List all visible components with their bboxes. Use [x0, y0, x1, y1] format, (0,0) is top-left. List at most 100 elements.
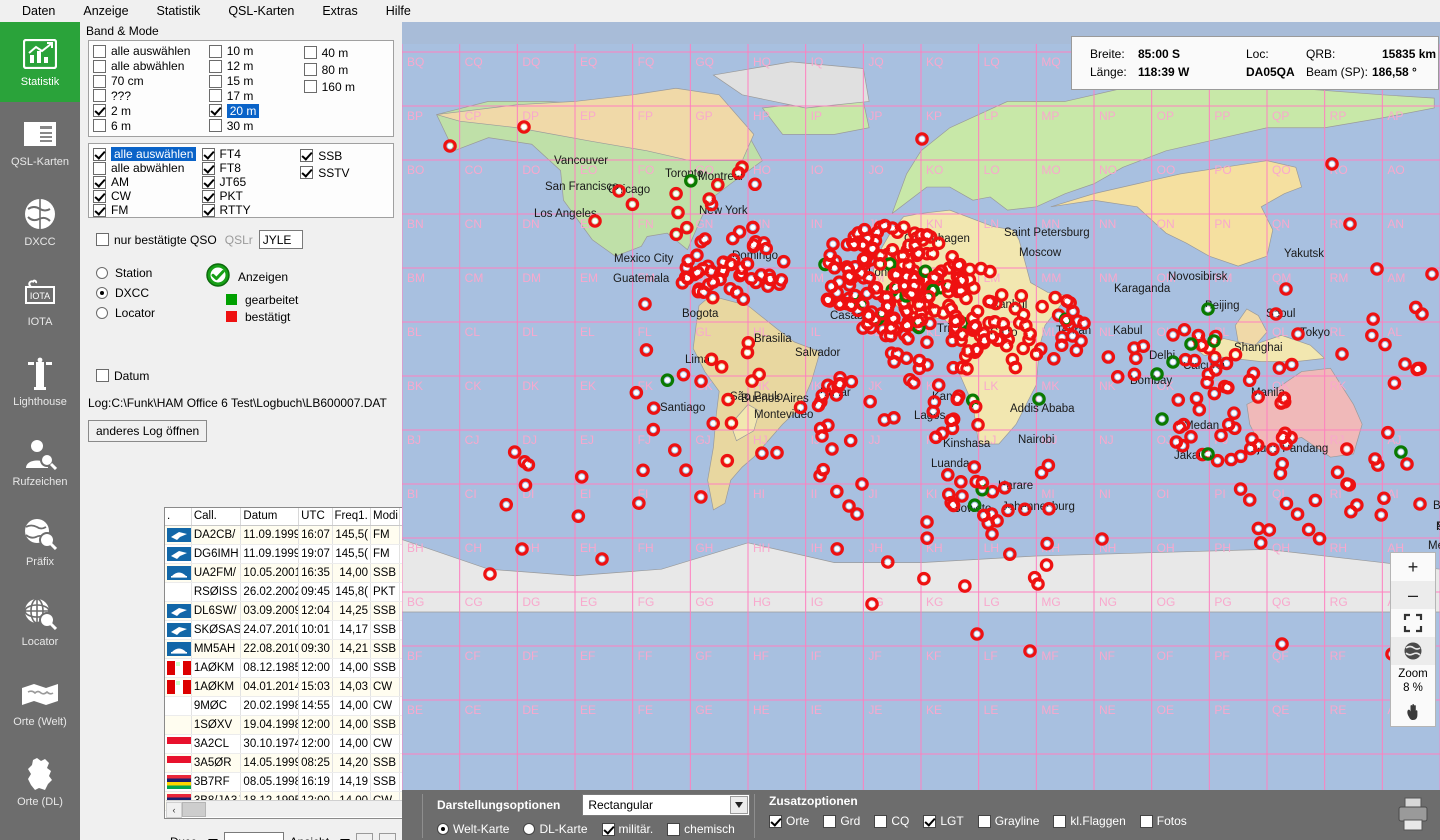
qso-marker-confirmed[interactable]	[844, 374, 859, 389]
qso-marker-confirmed[interactable]	[826, 237, 840, 251]
qso-marker-confirmed[interactable]	[843, 433, 858, 448]
qso-marker-confirmed[interactable]	[880, 555, 895, 569]
sidebar-item-iota[interactable]: IOTA IOTA	[0, 262, 80, 342]
qso-marker-confirmed[interactable]	[706, 275, 721, 289]
qso-marker-confirmed[interactable]	[1312, 531, 1327, 546]
extra-option-checkbox[interactable]	[923, 814, 937, 828]
qso-marker-confirmed[interactable]	[1275, 430, 1290, 445]
qso-marker-confirmed[interactable]	[698, 232, 712, 246]
qso-marker-confirmed[interactable]	[748, 177, 762, 192]
band-checkbox[interactable]	[208, 89, 222, 103]
qso-marker-confirmed[interactable]	[1374, 508, 1389, 522]
qso-marker-confirmed[interactable]	[1378, 337, 1392, 352]
qso-marker-confirmed[interactable]	[671, 205, 685, 220]
qso-marker-confirmed[interactable]	[571, 509, 586, 523]
qso-marker-confirmed[interactable]	[736, 292, 751, 307]
band-checkbox[interactable]	[93, 119, 106, 133]
mode-checkbox[interactable]	[201, 161, 215, 175]
qso-marker-confirmed[interactable]	[815, 429, 829, 443]
th-utc[interactable]: UTC	[298, 508, 333, 526]
qso-marker-confirmed[interactable]	[985, 330, 1000, 344]
qso-marker-confirmed[interactable]	[1221, 380, 1235, 395]
qso-marker-confirmed[interactable]	[1069, 343, 1084, 358]
qso-marker-confirmed[interactable]	[844, 298, 859, 313]
sidebar-item-statistik[interactable]: Statistik	[0, 22, 80, 102]
band-row-alle-ausw-hlen[interactable]: alle auswählen	[93, 44, 209, 59]
checkbox-militaer-row[interactable]: militär.	[601, 822, 653, 836]
qso-marker-confirmed[interactable]	[912, 246, 926, 260]
qso-marker-confirmed[interactable]	[1177, 322, 1192, 337]
dxcc-input[interactable]	[223, 832, 284, 840]
printer-icon[interactable]	[1396, 796, 1430, 835]
qso-marker-confirmed[interactable]	[929, 430, 943, 445]
projection-chevron-icon[interactable]	[730, 796, 749, 814]
qso-marker-confirmed[interactable]	[1054, 338, 1069, 352]
qso-marker-confirmed[interactable]	[885, 242, 900, 257]
qso-marker-confirmed[interactable]	[931, 378, 946, 392]
sidebar-item-orte-welt[interactable]: Orte (Welt)	[0, 662, 80, 742]
qso-marker-confirmed[interactable]	[1031, 577, 1045, 591]
qso-marker-confirmed[interactable]	[1243, 441, 1258, 456]
qso-marker-confirmed[interactable]	[1192, 402, 1207, 417]
qso-marker-confirmed[interactable]	[1077, 316, 1091, 331]
band-checkbox[interactable]	[93, 89, 106, 103]
qso-marker-worked[interactable]	[684, 173, 698, 188]
qso-marker-confirmed[interactable]	[1035, 299, 1049, 314]
qso-marker-confirmed[interactable]	[911, 314, 925, 329]
qso-marker-worked[interactable]	[1032, 392, 1046, 406]
qso-marker-confirmed[interactable]	[1233, 482, 1248, 496]
qso-marker-confirmed[interactable]	[1290, 507, 1305, 521]
band-row-160-m[interactable]: 160 m	[303, 78, 389, 95]
open-other-log-button[interactable]: anderes Log öffnen	[88, 420, 208, 442]
qso-marker-confirmed[interactable]	[926, 404, 941, 419]
qso-marker-confirmed[interactable]	[1048, 290, 1063, 305]
qso-marker-worked[interactable]	[1150, 367, 1164, 381]
qso-marker-confirmed[interactable]	[1266, 442, 1280, 457]
extra-option-checkbox[interactable]	[1139, 814, 1153, 828]
qso-marker-confirmed[interactable]	[1242, 493, 1257, 507]
qso-marker-confirmed[interactable]	[847, 237, 861, 252]
qso-marker-confirmed[interactable]	[958, 579, 972, 593]
qso-marker-confirmed[interactable]	[499, 497, 514, 512]
qso-marker-confirmed[interactable]	[1277, 391, 1292, 405]
qso-marker-confirmed[interactable]	[1207, 386, 1222, 401]
mode-checkbox[interactable]	[201, 189, 215, 203]
band-row-17-m[interactable]: 17 m	[208, 88, 304, 103]
qso-marker-confirmed[interactable]	[968, 399, 983, 414]
qso-marker-confirmed[interactable]	[887, 355, 901, 369]
qso-marker-confirmed[interactable]	[1172, 420, 1187, 435]
qso-marker-confirmed[interactable]	[774, 273, 789, 287]
qso-marker-confirmed[interactable]	[720, 453, 735, 468]
qso-marker-confirmed[interactable]	[1208, 363, 1223, 377]
band-checkbox[interactable]	[208, 119, 222, 133]
extra-option-checkbox[interactable]	[769, 814, 782, 828]
qso-marker-confirmed[interactable]	[1018, 502, 1032, 517]
qso-marker-confirmed[interactable]	[612, 184, 626, 198]
extra-option-checkbox[interactable]	[977, 814, 991, 828]
qso-marker-confirmed[interactable]	[948, 314, 963, 329]
qso-marker-confirmed[interactable]	[970, 342, 984, 357]
radio-welt-karte-row[interactable]: Welt-Karte	[437, 822, 509, 836]
qso-marker-confirmed[interactable]	[915, 132, 929, 146]
qso-marker-confirmed[interactable]	[746, 220, 760, 235]
mode-row-am[interactable]: AM	[93, 175, 202, 189]
qso-marker-confirmed[interactable]	[977, 508, 991, 523]
scroll-thumb-horizontal[interactable]	[182, 802, 206, 817]
fit-screen-icon[interactable]	[1391, 609, 1435, 637]
band-row-2-m[interactable]: 2 m	[93, 103, 209, 118]
qso-marker-confirmed[interactable]	[927, 270, 941, 285]
qso-marker-confirmed[interactable]	[574, 470, 589, 484]
qso-marker-confirmed[interactable]	[1060, 294, 1074, 308]
qso-marker-confirmed[interactable]	[1340, 442, 1354, 456]
qso-marker-confirmed[interactable]	[982, 294, 996, 309]
qslr-input[interactable]	[258, 230, 303, 249]
qso-marker-confirmed[interactable]	[681, 253, 696, 268]
band-checkbox[interactable]	[303, 46, 317, 59]
qso-marker-confirmed[interactable]	[955, 489, 969, 503]
qso-marker-confirmed[interactable]	[1224, 452, 1239, 467]
qso-marker-confirmed[interactable]	[899, 318, 914, 333]
qso-marker-confirmed[interactable]	[955, 273, 969, 288]
menu-item-statistik[interactable]: Statistik	[143, 1, 215, 21]
qso-marker-confirmed[interactable]	[970, 627, 984, 641]
qso-marker-confirmed[interactable]	[855, 477, 869, 491]
